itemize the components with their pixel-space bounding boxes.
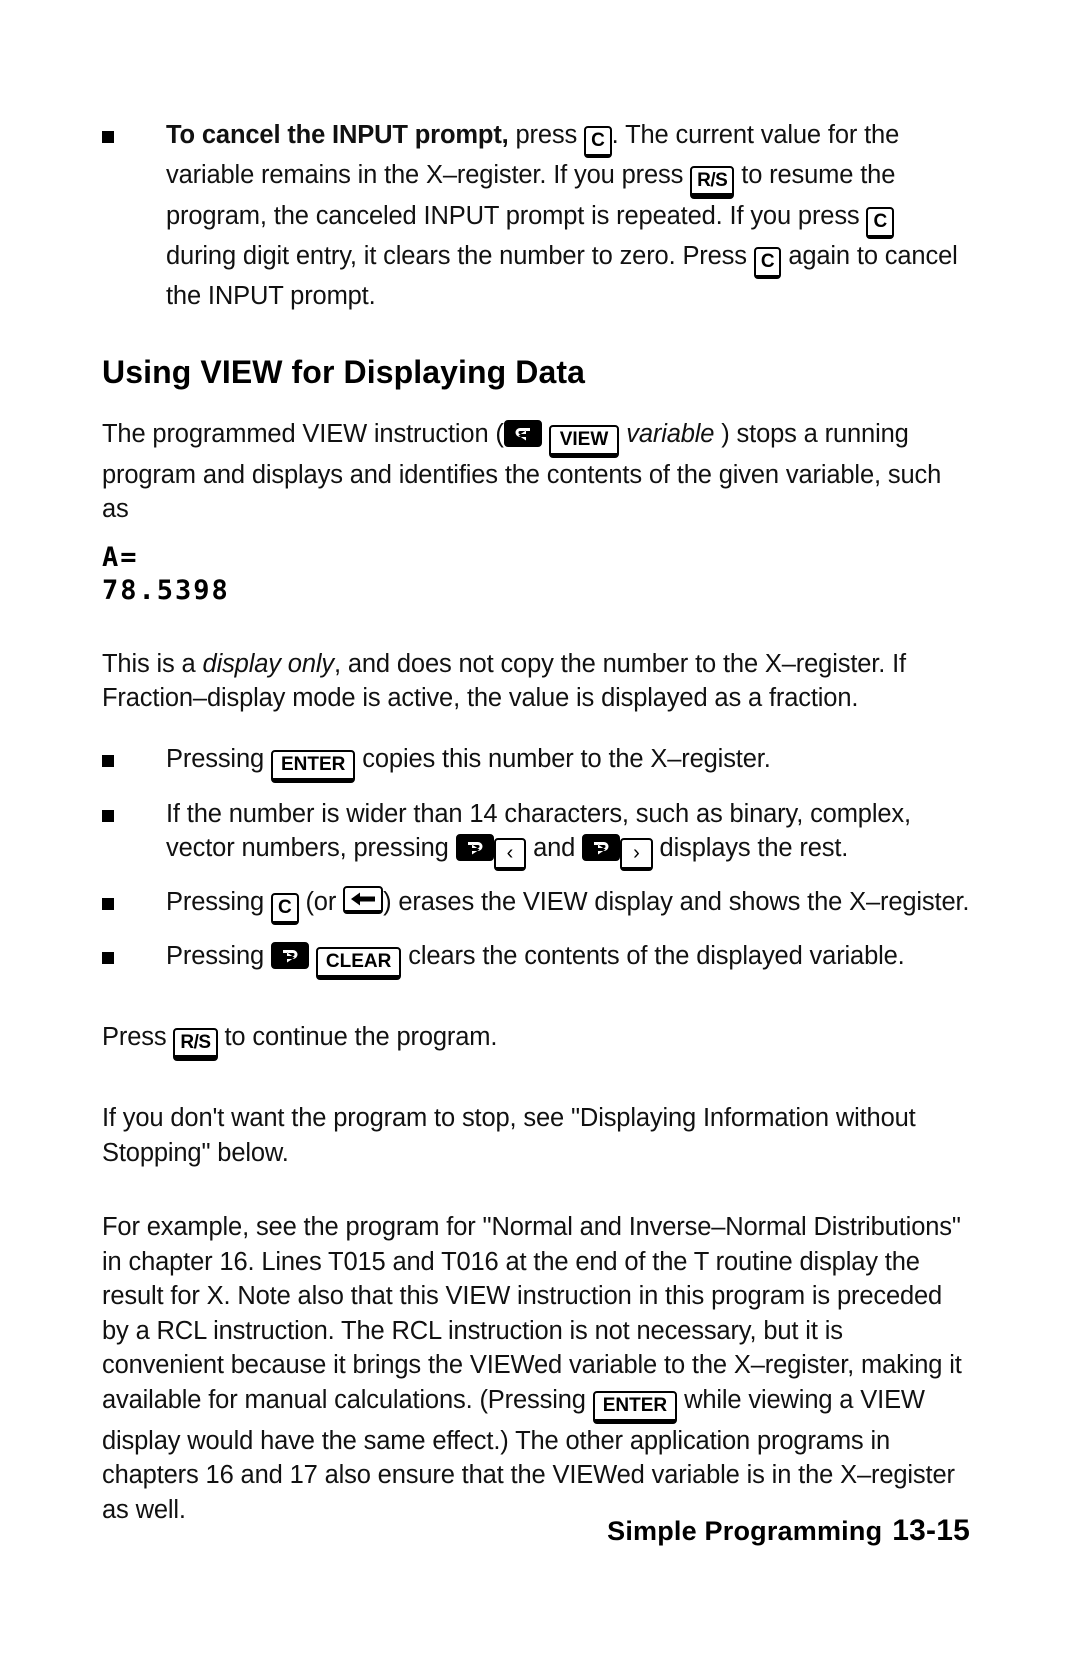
text-fragment: to continue the program. (217, 1023, 498, 1051)
text-fragment: clears the contents of the displayed var… (401, 942, 905, 970)
bullet-clear-paragraph: Pressing CLEAR clears the contents of th… (166, 939, 970, 980)
key-left-arrow[interactable]: ‹ (493, 838, 527, 871)
section-heading: Using VIEW for Displaying Data (102, 353, 586, 390)
right-shift-icon[interactable] (455, 834, 494, 861)
bullet-square-icon (102, 131, 114, 143)
example-paragraph: For example, see the program for "Normal… (102, 1210, 970, 1527)
page-footer: Simple Programming 13-15 (607, 1514, 970, 1548)
display-line-2: 78.5398 (102, 574, 230, 606)
text-fragment: displays the rest. (652, 834, 849, 862)
key-c[interactable]: C (584, 126, 612, 158)
intro-paragraph: The programmed VIEW instruction ( VIEW v… (102, 417, 970, 527)
key-right-arrow[interactable]: › (620, 838, 653, 871)
bullet-enter-paragraph: Pressing ENTER copies this number to the… (166, 742, 970, 783)
key-c[interactable]: C (270, 893, 299, 925)
footer-chapter-title: Simple Programming (607, 1516, 883, 1546)
text-fragment: (or (298, 888, 344, 916)
text-fragment: Pressing (166, 942, 271, 970)
variable-italic: variable (626, 419, 715, 448)
key-enter[interactable]: ENTER (270, 749, 356, 783)
list-item: Pressing C (or ) erases the VIEW display… (102, 885, 970, 925)
text-fragment: The programmed VIEW instruction ( (102, 419, 504, 448)
right-shift-icon[interactable] (270, 942, 309, 969)
text-fragment: For example, see the program for "Normal… (102, 1213, 962, 1414)
bullet-wide-number-paragraph: If the number is wider than 14 character… (166, 797, 970, 871)
key-enter[interactable]: ENTER (592, 1390, 678, 1424)
list-item: If the number is wider than 14 character… (102, 797, 970, 871)
backspace-icon[interactable] (343, 886, 384, 914)
press-rs-paragraph: Press R/S to continue the program. (102, 1020, 970, 1061)
key-c[interactable]: C (753, 247, 782, 279)
text-fragment: ) erases the VIEW display and shows the … (383, 888, 970, 916)
cancel-input-lead: To cancel the INPUT prompt, (166, 121, 509, 149)
bullet-square-icon (102, 952, 114, 964)
text-fragment: copies this number to the X–register. (355, 744, 771, 773)
display-line-1: A= (102, 541, 139, 573)
key-rs[interactable]: R/S (690, 166, 735, 199)
key-view[interactable]: VIEW (548, 424, 620, 458)
bullet-square-icon (102, 754, 114, 767)
left-shift-icon[interactable] (503, 419, 542, 447)
key-clear[interactable]: CLEAR (315, 947, 402, 980)
key-c[interactable]: C (866, 207, 895, 239)
text-fragment: Press (102, 1023, 174, 1051)
list-item: Pressing ENTER copies this number to the… (102, 742, 970, 783)
key-rs[interactable]: R/S (173, 1028, 218, 1061)
display-only-italic: display only (202, 649, 335, 678)
text-fragment: Pressing (166, 744, 271, 773)
text-fragment: This is a (102, 649, 203, 678)
list-item: To cancel the INPUT prompt, press C. The… (102, 118, 970, 314)
document-page: To cancel the INPUT prompt, press C. The… (0, 0, 1080, 1673)
bullet-square-icon (102, 809, 114, 822)
display-only-paragraph: This is a display only, and does not cop… (102, 647, 970, 716)
list-item: Pressing CLEAR clears the contents of th… (102, 939, 970, 980)
text-fragment: during digit entry, it clears the number… (166, 242, 754, 270)
bullet-square-icon (102, 898, 114, 910)
bullet-erase-paragraph: Pressing C (or ) erases the VIEW display… (166, 885, 970, 925)
cancel-input-paragraph: To cancel the INPUT prompt, press C. The… (166, 118, 970, 314)
footer-page-number: 13-15 (892, 1514, 970, 1547)
text-fragment: and (526, 834, 583, 862)
right-shift-icon[interactable] (582, 834, 621, 861)
text-fragment: press (508, 121, 585, 149)
text-fragment: Pressing (166, 888, 271, 916)
stopping-paragraph: If you don't want the program to stop, s… (102, 1104, 916, 1167)
calculator-display: A= 78.5398 (102, 541, 970, 607)
